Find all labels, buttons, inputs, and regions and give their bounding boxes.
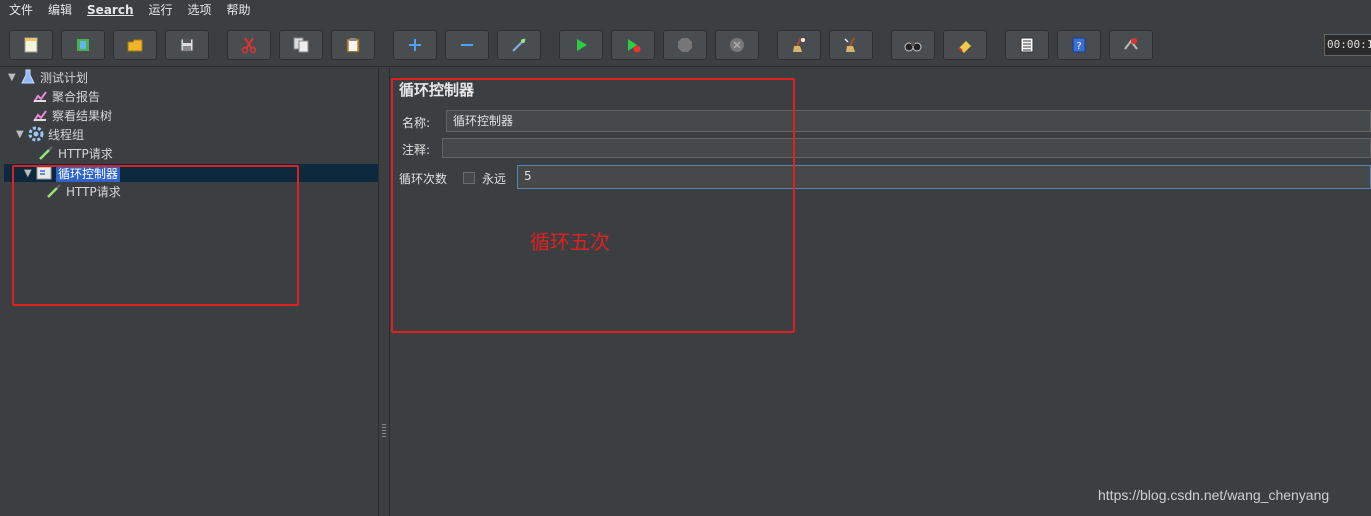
tree-item-aggregate-report[interactable]: 聚合报告 — [32, 87, 100, 105]
eraser-icon — [958, 41, 971, 53]
pipette-icon — [39, 146, 53, 160]
annotation-box-panel — [391, 78, 795, 333]
elapsed-timer: 00:00:10 — [1324, 34, 1371, 56]
tree-item-label: 聚合报告 — [52, 89, 101, 104]
scissors-icon — [241, 37, 257, 54]
new-button[interactable] — [9, 30, 53, 60]
new-file-icon — [24, 37, 38, 53]
open-folder-icon — [127, 39, 143, 52]
chart-icon — [33, 110, 47, 122]
tree-item-test-plan[interactable]: ▼ 测试计划 — [8, 68, 88, 86]
open-button[interactable] — [113, 30, 157, 60]
tree-item-label: 察看结果树 — [52, 108, 113, 123]
play-icon — [577, 39, 587, 51]
help-book-icon: ? — [1072, 37, 1086, 53]
tree-item-thread-group[interactable]: ▼ 线程组 — [16, 125, 84, 143]
tree-item-label: 线程组 — [48, 127, 85, 142]
tree-item-label: HTTP请求 — [58, 146, 113, 161]
menu-help[interactable]: 帮助 — [218, 0, 257, 20]
play-no-timer-icon — [628, 39, 641, 53]
clear-button[interactable] — [777, 30, 821, 60]
wand-icon — [512, 38, 526, 52]
search-button[interactable] — [891, 30, 935, 60]
clipboard-icon — [346, 38, 360, 53]
toolbar: ? 00:00:10 — [0, 22, 1371, 67]
menu-edit[interactable]: 编辑 — [39, 0, 78, 20]
annotation-text: 循环五次 — [530, 230, 610, 254]
reset-search-button[interactable] — [943, 30, 987, 60]
clear-all-button[interactable] — [829, 30, 873, 60]
watermark: https://blog.csdn.net/wang_chenyang — [1098, 487, 1330, 503]
chart-icon — [33, 91, 47, 103]
stop-icon — [678, 38, 692, 52]
flask-icon — [21, 69, 35, 84]
start-button[interactable] — [559, 30, 603, 60]
menu-file[interactable]: 文件 — [0, 0, 39, 20]
templates-button[interactable] — [61, 30, 105, 60]
svg-text:?: ? — [1076, 41, 1081, 52]
copy-icon — [293, 37, 309, 53]
annotation-box-tree — [12, 165, 299, 306]
help-button[interactable]: ? — [1057, 30, 1101, 60]
stop-button[interactable] — [663, 30, 707, 60]
broom-all-icon — [844, 37, 855, 52]
splitter-grip-icon[interactable] — [382, 424, 386, 438]
menu-options[interactable]: 选项 — [179, 0, 218, 20]
toggle-button[interactable] — [497, 30, 541, 60]
minus-icon — [461, 44, 473, 46]
broom-icon — [793, 37, 805, 52]
binoculars-icon — [904, 42, 922, 52]
paste-button[interactable] — [331, 30, 375, 60]
remote-icon — [1124, 38, 1138, 50]
function-helper-button[interactable] — [1005, 30, 1049, 60]
copy-button[interactable] — [279, 30, 323, 60]
menu-bar: 文件 编辑 Search 运行 选项 帮助 — [0, 0, 1371, 20]
collapse-button[interactable] — [445, 30, 489, 60]
templates-icon — [77, 39, 89, 51]
list-icon — [1020, 37, 1034, 53]
menu-search[interactable]: Search — [78, 0, 139, 20]
expand-arrow-icon[interactable]: ▼ — [8, 72, 20, 83]
expand-button[interactable] — [393, 30, 437, 60]
save-button[interactable] — [165, 30, 209, 60]
tree-item-label: 测试计划 — [40, 70, 89, 85]
expand-arrow-icon[interactable]: ▼ — [16, 129, 28, 140]
start-no-pause-button[interactable] — [611, 30, 655, 60]
panel-splitter[interactable] — [379, 68, 390, 516]
tree-item-view-results-tree[interactable]: 察看结果树 — [32, 106, 112, 124]
gear-icon — [28, 126, 44, 142]
remote-button[interactable] — [1109, 30, 1153, 60]
plus-icon — [409, 39, 421, 51]
cut-button[interactable] — [227, 30, 271, 60]
shutdown-button[interactable] — [715, 30, 759, 60]
shutdown-icon — [730, 38, 744, 52]
tree-item-http-request[interactable]: HTTP请求 — [38, 144, 113, 162]
menu-run[interactable]: 运行 — [139, 0, 178, 20]
save-icon — [180, 38, 194, 52]
